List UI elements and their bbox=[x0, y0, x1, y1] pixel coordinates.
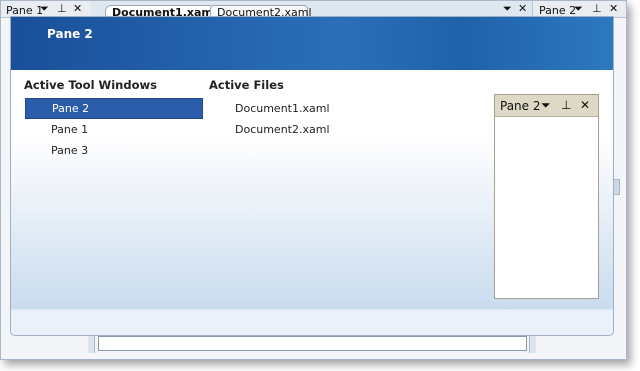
navigator-footer bbox=[11, 309, 613, 335]
active-files-heading: Active Files bbox=[209, 78, 284, 92]
bottom-panel-area bbox=[98, 336, 527, 351]
close-icon[interactable]: ✕ bbox=[73, 3, 82, 15]
list-item-pane-3[interactable]: Pane 3 bbox=[25, 140, 203, 161]
pin-icon[interactable]: ⊥ bbox=[592, 3, 602, 15]
list-item-pane-1[interactable]: Pane 1 bbox=[25, 119, 203, 140]
chevron-down-icon[interactable]: ⏷ bbox=[40, 3, 49, 15]
preview-title: Pane 2 bbox=[500, 99, 541, 113]
pin-icon: ⊥ bbox=[561, 98, 572, 112]
tab-close-icon[interactable]: ✕ bbox=[518, 3, 527, 15]
tab-menu-chevron-icon[interactable]: ⏷ bbox=[503, 3, 512, 15]
chevron-down-icon: ⏷ bbox=[541, 98, 551, 112]
pane-preview: Pane 2 ⏷ ⊥ ✕ bbox=[494, 94, 599, 299]
pin-icon[interactable]: ⊥ bbox=[57, 3, 67, 15]
close-icon[interactable]: ✕ bbox=[609, 3, 618, 15]
list-item-document2[interactable]: Document2.xaml bbox=[209, 119, 389, 140]
pane-navigator: Pane 2 Active Tool Windows Pane 2 Pane 1… bbox=[10, 16, 614, 336]
navigator-header: Pane 2 bbox=[11, 17, 613, 70]
close-icon: ✕ bbox=[580, 98, 591, 112]
active-files-list: Document1.xaml Document2.xaml bbox=[209, 98, 389, 140]
navigator-title: Pane 2 bbox=[47, 27, 93, 41]
tool-windows-list: Pane 2 Pane 1 Pane 3 bbox=[25, 98, 203, 161]
active-tool-windows-heading: Active Tool Windows bbox=[24, 78, 157, 92]
list-item-pane-2[interactable]: Pane 2 bbox=[25, 98, 203, 119]
preview-header: Pane 2 ⏷ ⊥ ✕ bbox=[495, 95, 598, 117]
chevron-down-icon[interactable]: ⏷ bbox=[574, 3, 583, 15]
list-item-document1[interactable]: Document1.xaml bbox=[209, 98, 389, 119]
